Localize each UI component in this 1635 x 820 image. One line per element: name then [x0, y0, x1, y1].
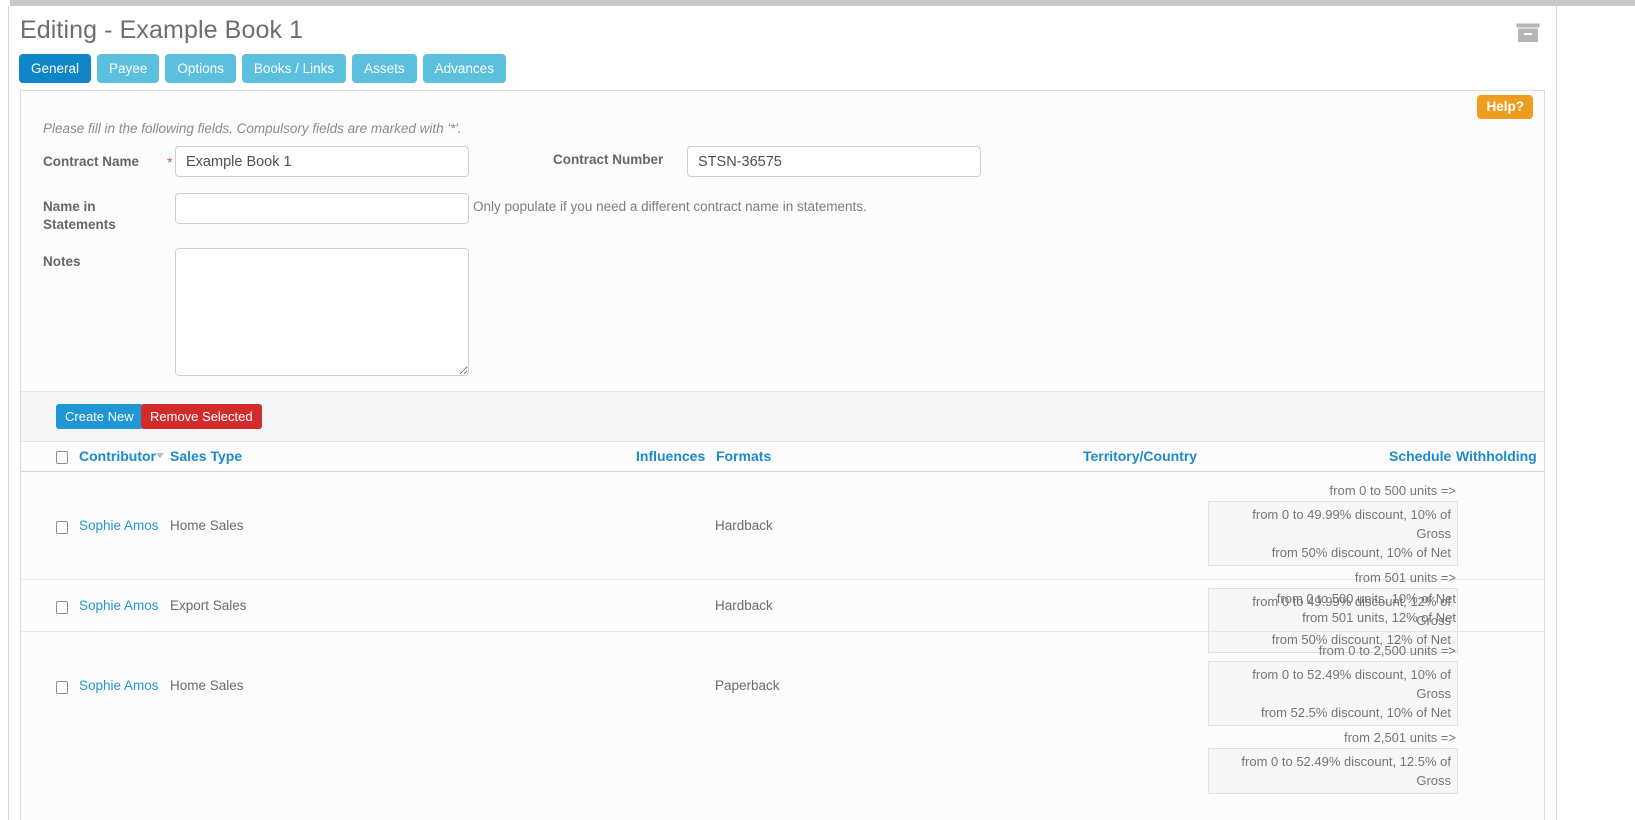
notes-textarea[interactable] — [175, 248, 469, 376]
page-right-border — [1556, 6, 1557, 820]
row-select-checkbox[interactable] — [56, 601, 68, 614]
row-sales-type: Home Sales — [170, 518, 244, 533]
row-formats: Hardback — [715, 598, 773, 613]
table-row: Sophie Amos Home Sales Paperback from 0 … — [21, 632, 1544, 794]
row-contributor-link[interactable]: Sophie Amos — [79, 678, 159, 693]
table-row: Sophie Amos Home Sales Hardback from 0 t… — [21, 472, 1544, 653]
create-new-button[interactable]: Create New — [56, 404, 143, 429]
schedule-detail-line: from 0 to 52.49% discount, 10% of Gross — [1252, 667, 1451, 701]
page-body: Editing - Example Book 1 General Payee O… — [9, 6, 1556, 820]
column-header-schedule[interactable]: Schedule — [1389, 448, 1451, 464]
contract-name-input[interactable] — [175, 146, 469, 177]
tab-payee[interactable]: Payee — [97, 54, 160, 83]
schedule-detail-line: from 52.5% discount, 10% of Net — [1260, 705, 1451, 720]
contributors-table: Contributor Sales Type Influences Format… — [21, 442, 1544, 794]
schedule-detail-line: from 0 to 52.49% discount, 12.5% of Gros… — [1241, 754, 1451, 788]
column-header-formats[interactable]: Formats — [716, 448, 771, 464]
column-header-influences[interactable]: Influences — [636, 448, 705, 464]
table-row: Sophie Amos Export Sales Hardback from 0… — [21, 580, 1544, 632]
row-sales-type: Export Sales — [170, 598, 247, 613]
row-select-checkbox[interactable] — [56, 681, 68, 694]
tab-books-links[interactable]: Books / Links — [241, 54, 347, 83]
select-all-checkbox[interactable] — [56, 451, 68, 464]
schedule-tier-label: from 501 units, 12% of Net — [1302, 610, 1456, 625]
schedule-tier-label: from 0 to 500 units => — [1329, 483, 1456, 498]
schedule-tier-detail: from 0 to 49.99% discount, 10% of Gross … — [1208, 501, 1458, 566]
tab-bar: General Payee Options Books / Links Asse… — [19, 54, 506, 83]
tab-options[interactable]: Options — [165, 54, 236, 83]
schedule-tier-label: from 2,501 units => — [1343, 730, 1456, 745]
schedule-tier-label: from 0 to 2,500 units => — [1318, 643, 1456, 658]
column-header-withholding[interactable]: Withholding — [1456, 448, 1537, 464]
form-intro-text: Please fill in the following fields. Com… — [43, 121, 462, 136]
row-sales-type: Home Sales — [170, 678, 244, 693]
column-header-territory-country[interactable]: Territory/Country — [1083, 448, 1197, 464]
contract-number-label: Contract Number — [553, 152, 664, 167]
archive-box-icon[interactable] — [1516, 23, 1540, 43]
notes-label: Notes — [43, 254, 81, 269]
schedule-detail-line: from 0 to 49.99% discount, 10% of Gross — [1252, 507, 1451, 541]
row-formats: Paperback — [715, 678, 780, 693]
tab-advances[interactable]: Advances — [422, 54, 506, 83]
table-toolbar: Create New Remove Selected — [21, 391, 1544, 442]
tab-assets[interactable]: Assets — [352, 54, 417, 83]
schedule-detail-line: from 50% discount, 10% of Net — [1271, 545, 1451, 560]
row-schedule: from 0 to 500 units, 10% of Net from 501… — [1208, 589, 1458, 627]
help-button[interactable]: Help? — [1477, 95, 1533, 119]
page-title: Editing - Example Book 1 — [20, 16, 304, 44]
contract-name-required-marker: * — [167, 154, 173, 170]
app-root: Editing - Example Book 1 General Payee O… — [0, 0, 1635, 820]
row-select-checkbox[interactable] — [56, 521, 68, 534]
schedule-tier-detail: from 0 to 52.49% discount, 12.5% of Gros… — [1208, 748, 1458, 794]
table-header-row: Contributor Sales Type Influences Format… — [21, 442, 1544, 472]
row-contributor-link[interactable]: Sophie Amos — [79, 518, 159, 533]
contract-name-label: Contract Name — [43, 154, 140, 169]
name-in-statements-label: Name in Statements — [43, 199, 116, 232]
tab-general[interactable]: General — [19, 54, 92, 83]
name-in-statements-hint: Only populate if you need a different co… — [473, 199, 867, 214]
row-formats: Hardback — [715, 518, 773, 533]
name-in-statements-input[interactable] — [175, 193, 469, 224]
contract-number-input[interactable]: STSN-36575 — [687, 146, 981, 177]
column-header-contributor[interactable]: Contributor — [79, 448, 156, 464]
schedule-tier-detail: from 0 to 52.49% discount, 10% of Gross … — [1208, 661, 1458, 726]
column-header-sales-type[interactable]: Sales Type — [170, 448, 242, 464]
general-tab-panel: Help? Please fill in the following field… — [20, 90, 1545, 820]
row-contributor-link[interactable]: Sophie Amos — [79, 598, 159, 613]
sort-caret-icon[interactable] — [156, 453, 164, 458]
row-schedule: from 0 to 2,500 units => from 0 to 52.49… — [1208, 641, 1458, 796]
schedule-tier-label: from 0 to 500 units, 10% of Net — [1276, 591, 1456, 606]
remove-selected-button[interactable]: Remove Selected — [141, 404, 262, 429]
